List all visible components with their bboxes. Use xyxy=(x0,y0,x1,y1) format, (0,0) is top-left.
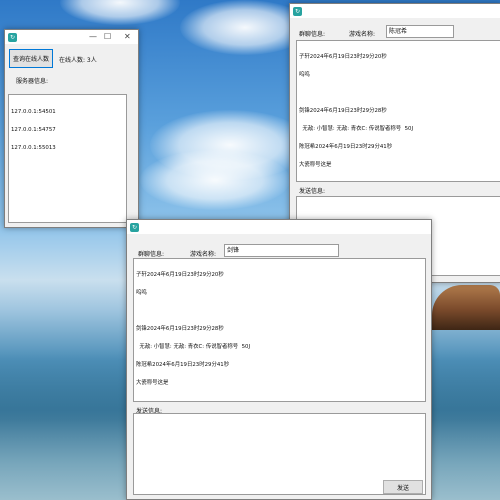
client-window-front: ↻ 群聊信息: 游戏名称: 剑锋 子轩2024年6月19日23时29分20秒 呜… xyxy=(126,219,432,500)
chat-line: 呜呜 xyxy=(299,72,310,78)
chat-line: 大瓷称号这是 xyxy=(299,162,332,168)
chat-lines: 子轩2024年6月19日23时29分20秒 呜呜 剑锋2024年6月19日23时… xyxy=(299,42,413,180)
chat-line: 子轩2024年6月19日23时29分20秒 xyxy=(136,272,224,278)
cloud xyxy=(60,0,180,25)
chat-line: 陈冠希2024年6月19日23时29分41秒 xyxy=(136,362,230,368)
server-info-list[interactable]: 127.0.0.1:54501 127.0.0.1:54757 127.0.0.… xyxy=(8,94,127,223)
server-window: ↻ — ☐ ✕ 查询在线人数 在线人数: 3人 服务器信息: 127.0.0.1… xyxy=(4,29,139,228)
title-bar[interactable]: ↻ — ☐ ✕ xyxy=(5,30,138,44)
server-info-label: 服务器信息: xyxy=(16,78,49,85)
cloud xyxy=(140,150,290,210)
query-online-button[interactable]: 查询在线人数 xyxy=(9,49,53,68)
title-bar[interactable]: ↻ xyxy=(127,220,431,234)
list-item: 127.0.0.1:54501 xyxy=(11,109,56,115)
chat-line: 子轩2024年6月19日23时29分20秒 xyxy=(299,54,387,60)
chat-history[interactable]: 子轩2024年6月19日23时29分20秒 呜呜 剑锋2024年6月19日23时… xyxy=(296,40,500,182)
title-bar[interactable]: ↻ xyxy=(290,4,500,18)
chat-line: 剑锋2024年6月19日23时29分28秒 xyxy=(299,108,387,114)
app-icon: ↻ xyxy=(130,223,139,232)
chat-line: 无敌: 小智慧: 无敌: 青衣C: 传说智者称号 50J xyxy=(136,344,251,350)
server-info-lines: 127.0.0.1:54501 127.0.0.1:54757 127.0.0.… xyxy=(11,97,56,163)
list-item: 127.0.0.1:55013 xyxy=(11,145,56,151)
chat-line: 大瓷称号这是 xyxy=(136,380,169,386)
send-button[interactable]: 发送 xyxy=(383,480,423,494)
app-icon: ↻ xyxy=(8,33,17,42)
send-info-label: 发送信息: xyxy=(299,188,326,195)
list-item: 127.0.0.1:54757 xyxy=(11,127,56,133)
chat-history[interactable]: 子轩2024年6月19日23时29分20秒 呜呜 剑锋2024年6月19日23时… xyxy=(133,258,426,402)
game-name-label: 游戏名称: xyxy=(190,251,217,258)
game-name-input[interactable]: 剑锋 xyxy=(224,244,339,257)
group-info-label: 群聊信息: xyxy=(299,31,326,38)
chat-line: 无敌: 小智慧: 无敌: 青衣C: 传说智者称号 50J xyxy=(299,126,414,132)
chat-line: 剑锋2024年6月19日23时29分28秒 xyxy=(136,326,224,332)
online-count-label: 在线人数: 3人 xyxy=(59,57,97,64)
chat-line xyxy=(299,90,413,96)
app-icon: ↻ xyxy=(293,7,302,16)
minimize-icon[interactable]: — xyxy=(89,32,97,42)
chat-line xyxy=(136,308,250,314)
chat-line: 陈冠希2024年6月19日23时29分41秒 xyxy=(299,144,393,150)
chat-lines: 子轩2024年6月19日23时29分20秒 呜呜 剑锋2024年6月19日23时… xyxy=(136,260,250,398)
game-name-input[interactable]: 陈冠希 xyxy=(386,25,454,38)
game-name-label: 游戏名称: xyxy=(349,31,376,38)
close-icon[interactable]: ✕ xyxy=(124,32,131,42)
maximize-icon[interactable]: ☐ xyxy=(104,32,111,42)
group-info-label: 群聊信息: xyxy=(138,251,165,258)
chat-line: 呜呜 xyxy=(136,290,147,296)
rock-formation xyxy=(432,285,500,330)
